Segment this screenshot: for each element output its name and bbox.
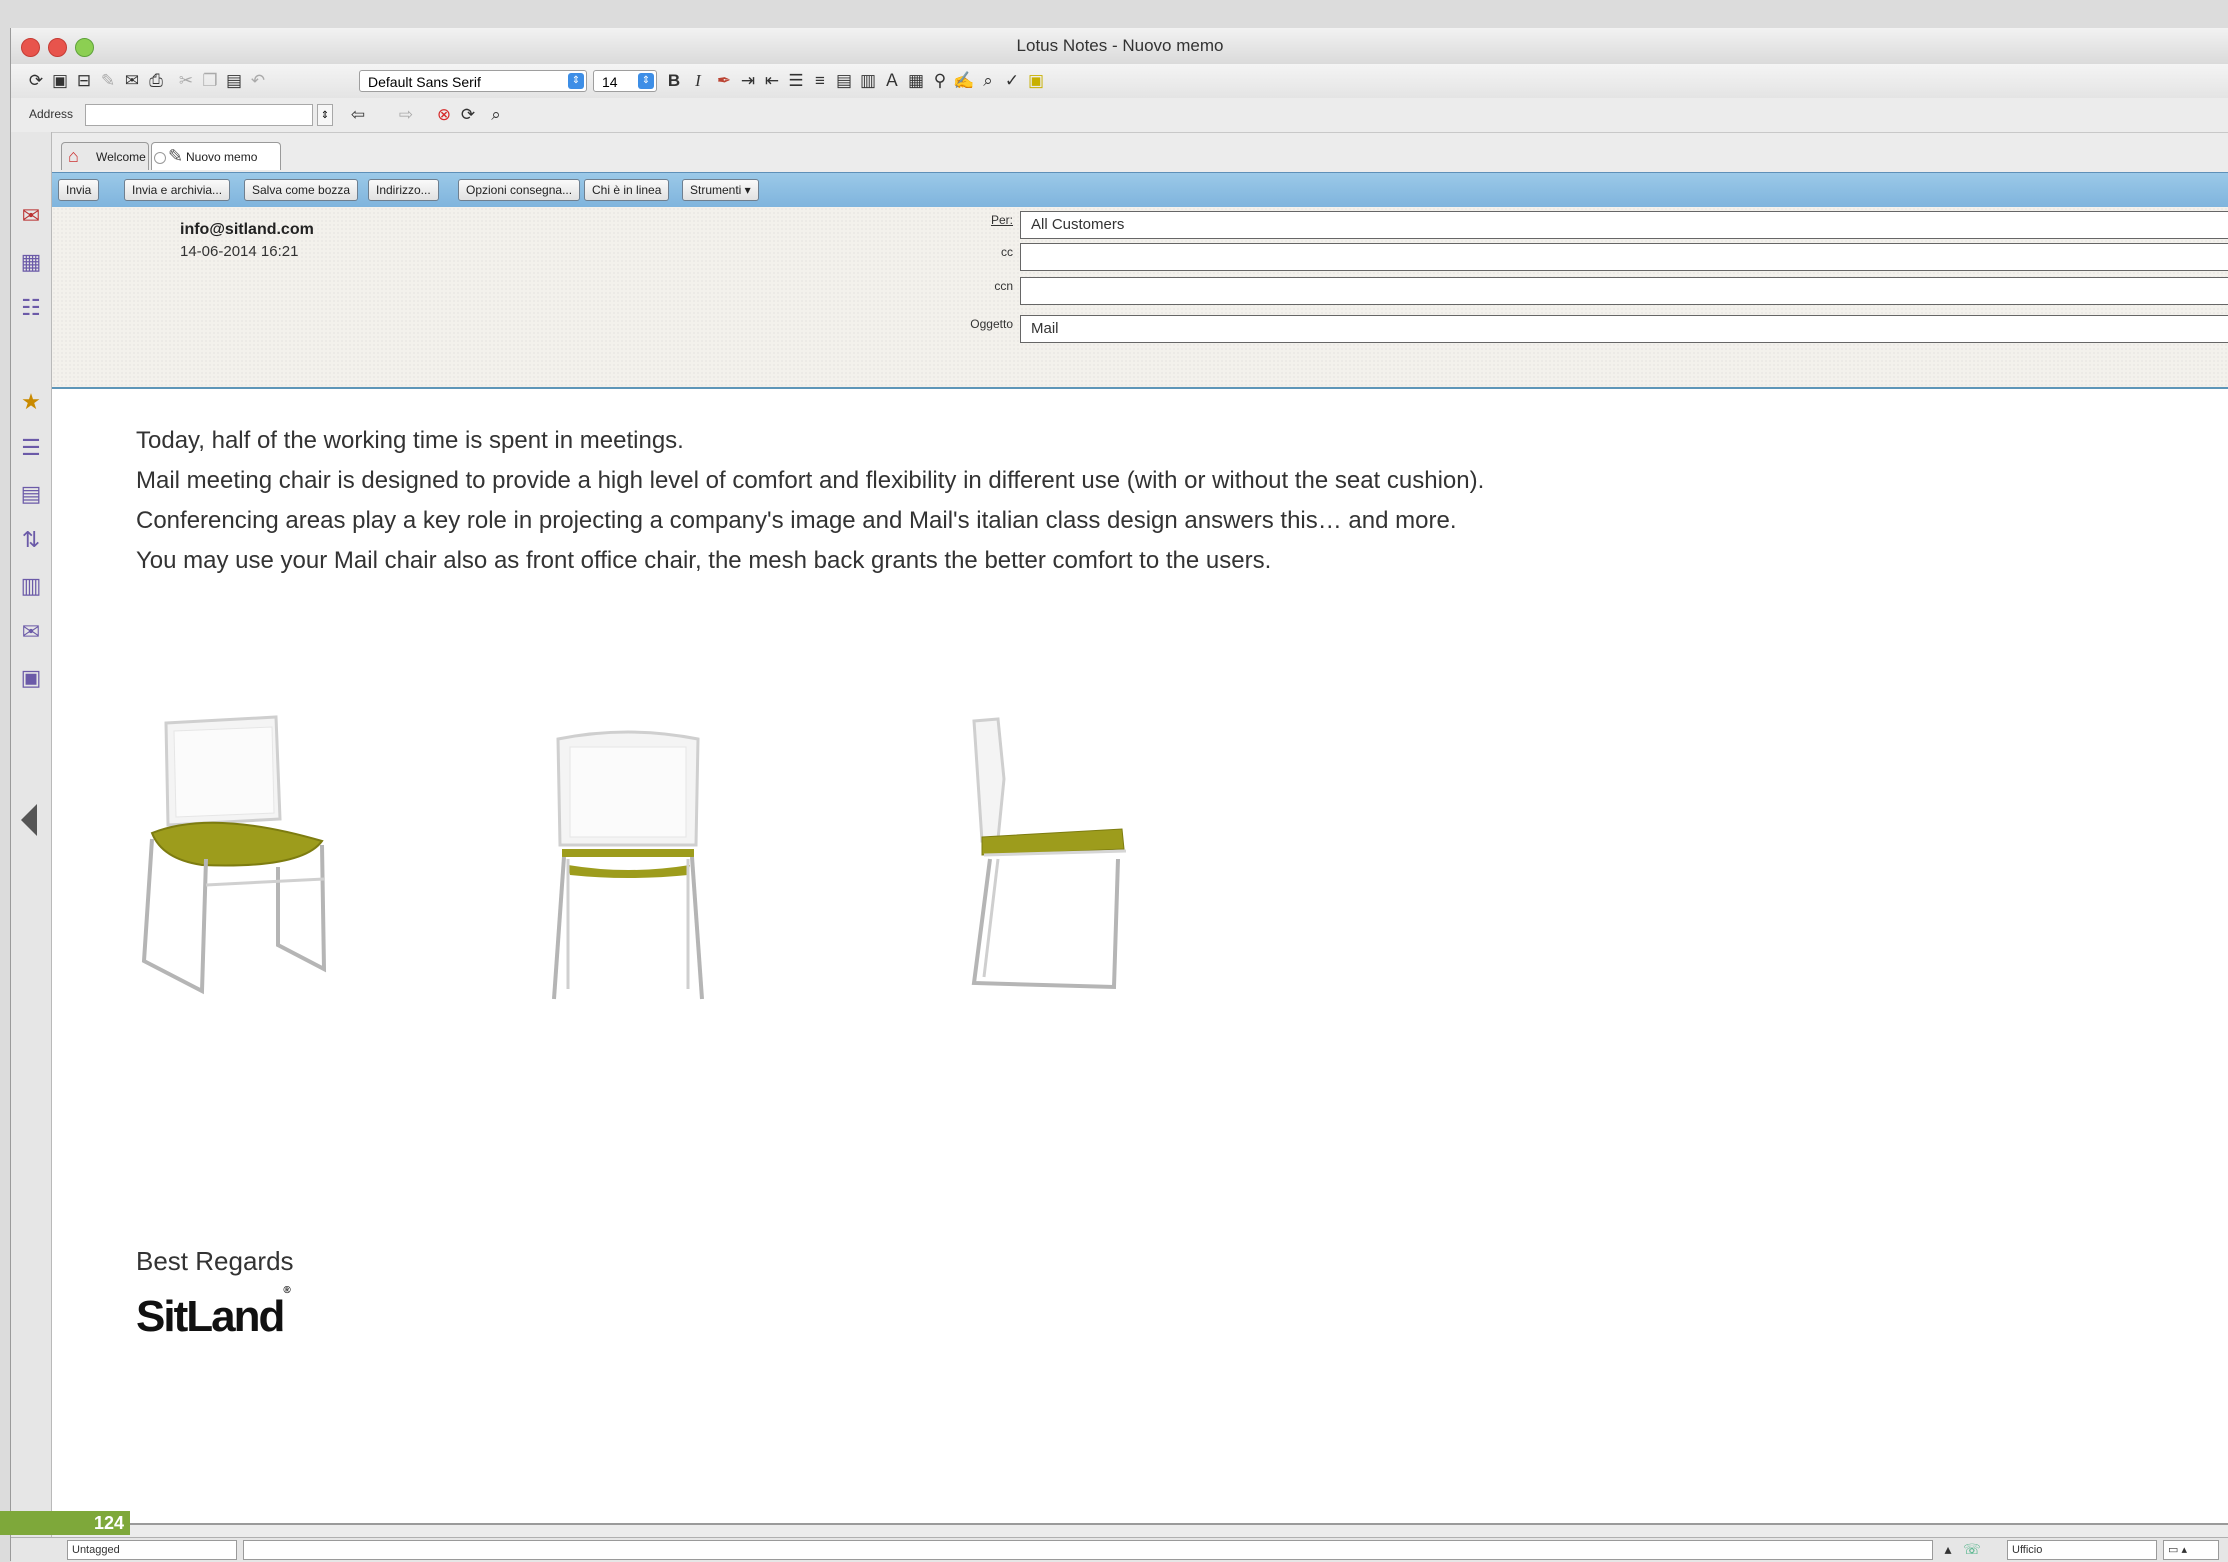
envelope-bookmark-icon[interactable]: ✉ xyxy=(17,618,45,646)
favorites-bookmark-icon[interactable]: ★ xyxy=(17,388,45,416)
mail-icon[interactable]: ✉ xyxy=(121,70,143,92)
undo-icon[interactable]: ↶ xyxy=(247,70,269,92)
bookmark-rail: ✉ ▦ ☷ ★ ☰ ▤ ⇅ ▥ ✉ ▣ xyxy=(11,132,52,1537)
body-paragraph: You may use your Mail chair also as fron… xyxy=(136,547,1272,574)
tools-menu-button[interactable]: Strumenti ▾ xyxy=(682,179,759,201)
chair-image-front xyxy=(552,730,704,1000)
sent-date: 14-06-2014 16:21 xyxy=(180,243,299,260)
tab-memo-label: Nuovo memo xyxy=(186,150,258,164)
open-folder-icon[interactable]: ⊟ xyxy=(73,70,95,92)
indent-icon[interactable]: ⇥ xyxy=(737,70,759,92)
send-and-file-button[interactable]: Invia e archivia... xyxy=(124,179,231,201)
reload-icon[interactable]: ⟳ xyxy=(457,104,479,126)
cut-icon[interactable]: ✂ xyxy=(175,70,197,92)
format-toolbar: ⟳ ▣ ⊟ ✎ ✉ ⎙ ✂ ❐ ▤ ↶ Default Sans Serif ⇕… xyxy=(11,64,2228,99)
print-icon[interactable]: ⎙ xyxy=(145,70,167,92)
workspace-bookmark-icon[interactable]: ▥ xyxy=(17,572,45,600)
status-bar: Untagged ▴ ☏ Ufficio ▭ ▴ xyxy=(11,1537,2228,1562)
highlighter-icon[interactable]: ✒ xyxy=(713,70,735,92)
body-paragraph: Mail meeting chair is designed to provid… xyxy=(136,467,1485,494)
title-bar: Lotus Notes - Nuovo memo xyxy=(11,28,2228,65)
copy-icon[interactable]: ❐ xyxy=(199,70,221,92)
databases-bookmark-icon[interactable]: ☰ xyxy=(17,434,45,462)
bullet-list-icon[interactable]: ☰ xyxy=(785,70,807,92)
to-label[interactable]: Per: xyxy=(991,213,1013,227)
contacts-bookmark-icon[interactable]: ☷ xyxy=(17,294,45,322)
send-button[interactable]: Invia xyxy=(58,179,100,201)
closing-regards: Best Regards xyxy=(136,1246,294,1276)
signature-icon[interactable]: ✍ xyxy=(953,70,975,92)
subject-field[interactable]: Mail xyxy=(1020,315,2228,343)
save-icon[interactable]: ▣ xyxy=(49,70,71,92)
bold-button[interactable]: B xyxy=(663,70,685,92)
delivery-options-button[interactable]: Opzioni consegna... xyxy=(458,179,581,201)
spellcheck-icon[interactable]: ✓ xyxy=(1001,70,1023,92)
sender-address: info@sitland.com xyxy=(180,221,314,238)
inbox-selector-icon[interactable]: ▭ ▴ xyxy=(2163,1540,2219,1560)
navigation-toolbar: Address ⇕ ⇦ ⇨ ⊗ ⟳ ⌕ xyxy=(11,98,2228,133)
status-message-area xyxy=(243,1540,1933,1560)
image-icon[interactable]: ▣ xyxy=(1025,70,1047,92)
align-icon[interactable]: ▤ xyxy=(833,70,855,92)
memo-icon: ✎ xyxy=(168,146,184,166)
find-icon[interactable]: ⌕ xyxy=(977,70,999,92)
paste-icon[interactable]: ▤ xyxy=(223,70,245,92)
text-style-icon[interactable]: Ａ xyxy=(881,70,903,92)
page-number: 124 xyxy=(0,1511,130,1535)
body-paragraph: Today, half of the working time is spent… xyxy=(136,427,684,454)
up-arrow-icon[interactable]: ▴ xyxy=(1937,1538,1959,1560)
mail-bookmark-icon[interactable]: ✉ xyxy=(17,202,45,230)
folder-bookmark-icon[interactable]: ▤ xyxy=(17,480,45,508)
calendar-bookmark-icon[interactable]: ▦ xyxy=(17,248,45,276)
forward-icon[interactable]: ⇨ xyxy=(395,104,417,126)
tab-welcome-label: Welcome xyxy=(96,150,146,164)
app-window: Lotus Notes - Nuovo memo ⟳ ▣ ⊟ ✎ ✉ ⎙ ✂ ❐… xyxy=(10,28,2228,1562)
home-icon: ⌂ xyxy=(68,146,79,166)
replication-bookmark-icon[interactable]: ⇅ xyxy=(17,526,45,554)
action-bar: Invia Invia e archivia... Salva come boz… xyxy=(52,172,2228,208)
tab-welcome[interactable]: ⌂ Welcome xyxy=(61,142,149,170)
stop-icon[interactable]: ⊗ xyxy=(433,104,455,126)
to-field[interactable]: All Customers xyxy=(1020,211,2228,239)
chair-image-front-angle xyxy=(141,715,327,995)
save-as-draft-button[interactable]: Salva come bozza xyxy=(244,179,359,201)
sitland-logo: SitLand® xyxy=(136,1285,291,1341)
cc-field[interactable] xyxy=(1020,243,2228,271)
refresh-icon[interactable]: ⟳ xyxy=(25,70,47,92)
font-stepper-icon[interactable]: ⇕ xyxy=(568,73,584,89)
memo-header: info@sitland.com 14-06-2014 16:21 Per: A… xyxy=(52,207,2228,389)
archive-bookmark-icon[interactable]: ▣ xyxy=(17,664,45,692)
bcc-label: ccn xyxy=(994,279,1013,293)
size-stepper-icon[interactable]: ⇕ xyxy=(638,73,654,89)
bcc-field[interactable] xyxy=(1020,277,2228,305)
subject-label: Oggetto xyxy=(970,317,1013,331)
table-icon[interactable]: ▦ xyxy=(905,70,927,92)
address-button[interactable]: Indirizzo... xyxy=(368,179,439,201)
online-status-icon[interactable]: ☏ xyxy=(1961,1538,1983,1560)
memo-body[interactable]: Today, half of the working time is spent… xyxy=(52,389,2228,1525)
body-paragraph: Conferencing areas play a key role in pr… xyxy=(136,507,1457,534)
close-tab-icon[interactable] xyxy=(154,152,166,164)
tag-selector[interactable]: Untagged xyxy=(67,1540,237,1560)
edit-icon[interactable]: ✎ xyxy=(97,70,119,92)
back-icon[interactable]: ⇦ xyxy=(347,104,369,126)
address-label: Address xyxy=(29,107,74,121)
tab-nuovo-memo[interactable]: ✎ Nuovo memo xyxy=(151,142,281,170)
address-stepper-icon[interactable]: ⇕ xyxy=(317,104,333,126)
font-size-select[interactable]: 14 ⇕ xyxy=(593,70,657,92)
who-is-online-button[interactable]: Chi è in linea xyxy=(584,179,670,201)
location-selector[interactable]: Ufficio xyxy=(2007,1540,2157,1560)
chair-image-side xyxy=(971,717,1127,990)
font-family-select[interactable]: Default Sans Serif ⇕ xyxy=(359,70,587,92)
window-title: Lotus Notes - Nuovo memo xyxy=(1016,36,1224,55)
outdent-icon[interactable]: ⇤ xyxy=(761,70,783,92)
columns-icon[interactable]: ▥ xyxy=(857,70,879,92)
attach-icon[interactable]: ⚲ xyxy=(929,70,951,92)
address-input[interactable] xyxy=(85,104,313,126)
cc-label: cc xyxy=(1001,245,1013,259)
search-icon[interactable]: ⌕ xyxy=(485,104,507,126)
numbered-list-icon[interactable]: ≡ xyxy=(809,70,831,92)
italic-button[interactable]: I xyxy=(687,70,709,92)
collapse-arrow-icon[interactable] xyxy=(21,804,37,836)
